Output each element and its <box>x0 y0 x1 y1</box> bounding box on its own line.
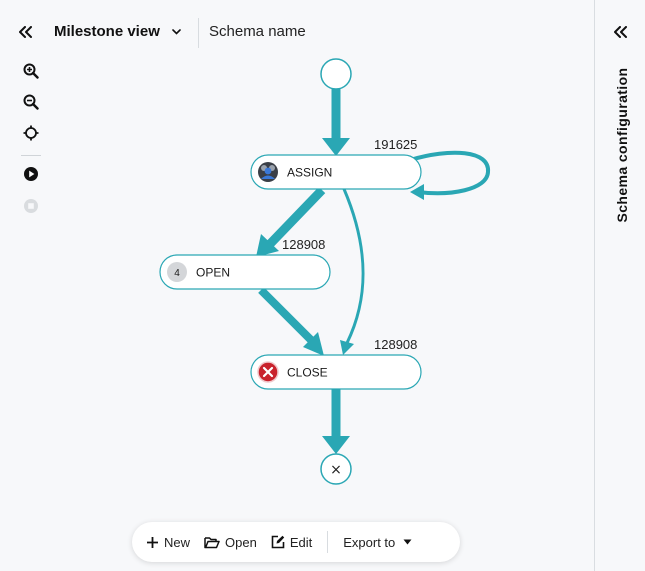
node-open-count: 128908 <box>282 237 325 252</box>
play-button[interactable] <box>18 161 44 187</box>
node-assign-count: 191625 <box>374 137 417 152</box>
collapse-left-button[interactable] <box>14 20 38 44</box>
edit-button[interactable]: Edit <box>264 522 319 562</box>
panel-title[interactable]: Schema configuration <box>614 67 630 222</box>
node-assign[interactable]: ASSIGN <box>250 154 422 190</box>
node-close-count: 128908 <box>374 337 417 352</box>
toolbar-divider <box>21 155 41 156</box>
edit-button-label: Edit <box>289 534 313 550</box>
double-chevron-left-icon <box>19 26 32 38</box>
caret-down-icon <box>403 539 412 545</box>
schema-configuration-panel: Schema configuration <box>594 0 645 571</box>
folder-open-icon <box>204 536 220 548</box>
users-icon <box>258 162 278 182</box>
open-button-label: Open <box>225 534 257 550</box>
bottom-action-bar: New Open Edit Export to <box>132 522 460 562</box>
zoom-out-button[interactable] <box>18 89 44 115</box>
error-icon <box>257 361 279 383</box>
top-header: Milestone view Schema name <box>0 0 594 64</box>
edit-icon <box>271 535 285 549</box>
zoom-in-icon <box>23 63 39 79</box>
node-open-label: OPEN <box>196 266 230 280</box>
export-button-label: Export to <box>343 534 396 550</box>
edge-open-close[interactable] <box>258 287 324 356</box>
header-divider <box>198 18 199 48</box>
double-chevron-left-icon <box>614 26 627 38</box>
step-badge-number: 4 <box>174 268 180 279</box>
edge-close-end[interactable] <box>322 389 350 454</box>
zoom-in-button[interactable] <box>18 58 44 84</box>
node-open[interactable]: 4 OPEN <box>159 254 331 290</box>
zoom-out-icon <box>23 94 39 110</box>
edge-start-assign[interactable] <box>322 89 350 156</box>
schema-name[interactable]: Schema name <box>209 23 306 40</box>
stop-icon <box>24 199 38 213</box>
export-dropdown[interactable]: Export to <box>336 522 419 562</box>
open-button[interactable]: Open <box>197 522 264 562</box>
view-title[interactable]: Milestone view <box>54 23 160 40</box>
edge-assign-close[interactable] <box>340 188 365 355</box>
end-node[interactable]: × <box>320 453 352 485</box>
center-view-button[interactable] <box>18 120 44 146</box>
plus-icon <box>147 536 158 548</box>
node-assign-label: ASSIGN <box>287 166 332 180</box>
expand-panel-button[interactable] <box>609 20 633 44</box>
crosshair-icon <box>23 125 39 141</box>
flow-graph: ASSIGN 191625 4 OPEN 128908 CLOSE 128908… <box>159 58 490 485</box>
play-icon <box>24 167 38 181</box>
bottom-bar-divider <box>327 531 329 553</box>
node-close-label: CLOSE <box>287 366 328 380</box>
flow-canvas[interactable]: ASSIGN 191625 4 OPEN 128908 CLOSE 128908… <box>0 0 594 571</box>
stop-button[interactable] <box>18 193 44 219</box>
edge-assign-self[interactable] <box>409 150 490 200</box>
view-dropdown-button[interactable] <box>167 20 185 44</box>
new-button[interactable]: New <box>132 522 197 562</box>
end-node-symbol: × <box>330 462 342 478</box>
node-close[interactable]: CLOSE <box>250 354 422 390</box>
new-button-label: New <box>164 534 191 550</box>
chevron-down-icon <box>171 29 181 35</box>
